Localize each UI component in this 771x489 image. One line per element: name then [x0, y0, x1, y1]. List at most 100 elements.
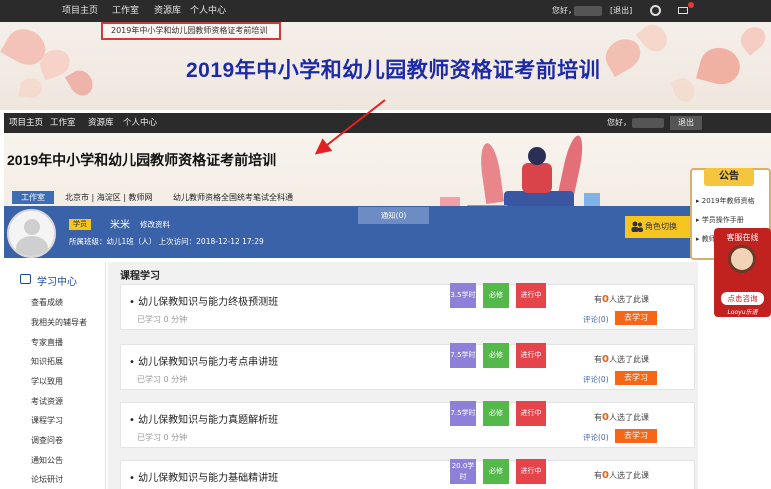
section-title: 课程学习 [120, 271, 160, 282]
consult-brand: Looyu乐语 [727, 309, 758, 316]
hours-tag: 20.0学时 [450, 459, 476, 484]
status-tag: 进行中 [516, 283, 546, 308]
course-card: • 幼儿保教知识与能力真题解析班 已学习 0 分钟 7.5学时 必修 进行中 有… [120, 401, 695, 448]
course-progress-text: 已学习 0 分钟 [137, 433, 188, 442]
status-tag: 进行中 [516, 459, 546, 484]
study-center-icon [20, 274, 31, 284]
exam-name: 幼儿教师资格全国统考笔试全科通 [173, 193, 293, 202]
hours-tag: 3.5学时 [450, 283, 476, 308]
girl-head-illustration [528, 147, 546, 165]
logout-button[interactable]: 退出 [670, 116, 702, 130]
sidebar-item-notices[interactable]: 通知公告 [31, 455, 63, 466]
agent-avatar [728, 245, 756, 273]
go-study-button[interactable]: 去学习 [615, 311, 657, 325]
sidebar-item-forum[interactable]: 论坛研讨 [31, 474, 63, 485]
nav-workroom[interactable]: 工作室 [50, 113, 76, 133]
org-breadcrumb: 北京市 | 海淀区 | 教师网 [65, 193, 153, 202]
sidebar-item-live[interactable]: 专家直播 [31, 337, 63, 348]
notice-item[interactable]: ▸ 学员操作手册 [696, 215, 769, 225]
review-link[interactable]: 评论(0) [583, 314, 609, 325]
username-redacted [574, 6, 602, 16]
sidebar-item-scores[interactable]: 查看成绩 [31, 297, 63, 308]
nav-home[interactable]: 项目主页 [9, 113, 43, 133]
mail-icon[interactable] [678, 7, 688, 14]
selected-count: 有0人选了此课 [594, 470, 649, 481]
class-info: 所属班级：幼儿1班（人） 上次访问：2018-12-12 17:29 [69, 237, 264, 246]
page-title: 2019年中小学和幼儿园教师资格证考前培训 [7, 152, 277, 168]
required-tag: 必修 [483, 283, 509, 308]
zoomed-header-panel: 项目主页 工作室 资源库 个人中心 您好， [退出] 2019年中小学和幼儿园教… [0, 0, 771, 110]
nav-personal[interactable]: 个人中心 [123, 113, 157, 133]
customer-service-widget[interactable]: 客服在线 点击咨询 Looyu乐语 [714, 228, 771, 317]
nav-personal[interactable]: 个人中心 [190, 0, 226, 22]
flower-decoration [18, 76, 44, 100]
course-name[interactable]: • 幼儿保教知识与能力考点串讲班 [129, 353, 278, 368]
users-icon [631, 221, 643, 232]
user-name: 米米 [110, 220, 130, 231]
review-link[interactable]: 评论(0) [583, 432, 609, 443]
course-card: • 幼儿保教知识与能力基础精讲班 20.0学时 必修 进行中 有0人选了此课 [120, 459, 695, 489]
sidebar-item-knowledge[interactable]: 知识拓展 [31, 356, 63, 367]
main-nav-bar: 项目主页 工作室 资源库 个人中心 您好， 退出 [4, 113, 771, 133]
required-tag: 必修 [483, 459, 509, 484]
avatar[interactable] [7, 209, 56, 258]
consult-button[interactable]: 点击咨询 [721, 292, 764, 305]
course-card: • 幼儿保教知识与能力终极预测班 已学习 0 分钟 3.5学时 必修 进行中 有… [120, 283, 695, 330]
greeting: 您好， [607, 118, 631, 127]
flower-decoration [635, 19, 673, 57]
selected-count: 有0人选了此课 [594, 412, 649, 423]
go-study-button[interactable]: 去学习 [615, 371, 657, 385]
selected-count: 有0人选了此课 [594, 294, 649, 305]
go-study-button[interactable]: 去学习 [615, 429, 657, 443]
course-name[interactable]: • 幼儿保教知识与能力真题解析班 [129, 411, 278, 426]
username-redacted [632, 118, 664, 128]
hours-tag: 7.5学时 [450, 343, 476, 368]
sidebar-item-exam-resources[interactable]: 考试资源 [31, 396, 63, 407]
avatar-body [16, 236, 48, 256]
selected-count: 有0人选了此课 [594, 354, 649, 365]
plant-decoration [477, 142, 505, 204]
course-card: • 幼儿保教知识与能力考点串讲班 已学习 0 分钟 7.5学时 必修 进行中 有… [120, 343, 695, 390]
workroom-tag: 工作室 [12, 191, 54, 204]
status-tag: 进行中 [516, 343, 546, 368]
sidebar-item-course-study[interactable]: 课程学习 [31, 415, 63, 426]
nav-workroom[interactable]: 工作室 [112, 0, 139, 22]
course-progress-text: 已学习 0 分钟 [137, 375, 188, 384]
greeting: 您好， [552, 6, 576, 15]
sidebar-item-tutors[interactable]: 我相关的辅导者 [31, 317, 87, 328]
profile-bar [4, 206, 694, 258]
sidebar-item-survey[interactable]: 调查问卷 [31, 435, 63, 446]
notify-button[interactable]: 通知(0) [358, 207, 429, 224]
flower-decoration [64, 66, 98, 100]
zoomed-title: 2019年中小学和幼儿园教师资格证考前培训 [186, 59, 601, 82]
hours-tag: 7.5学时 [450, 401, 476, 426]
course-progress-text: 已学习 0 分钟 [137, 315, 188, 324]
logout-link[interactable]: [退出] [610, 0, 632, 22]
course-name[interactable]: • 幼儿保教知识与能力终极预测班 [129, 293, 278, 308]
flower-decoration [735, 22, 771, 56]
nav-resources[interactable]: 资源库 [154, 0, 181, 22]
flower-decoration [696, 43, 744, 89]
required-tag: 必修 [483, 401, 509, 426]
plant-decoration [557, 134, 587, 198]
course-name[interactable]: • 幼儿保教知识与能力基础精讲班 [129, 469, 278, 484]
avatar-head [24, 219, 40, 235]
mail-badge [688, 2, 694, 8]
required-tag: 必修 [483, 343, 509, 368]
status-tag: 进行中 [516, 401, 546, 426]
notice-item[interactable]: ▸ 2019年教师资格 [696, 196, 769, 206]
nav-home[interactable]: 项目主页 [62, 0, 98, 22]
flower-decoration [670, 75, 698, 105]
highlighted-breadcrumb: 2019年中小学和幼儿园教师资格证考前培训 [101, 22, 281, 40]
role-badge: 学员 [69, 219, 91, 230]
notice-title: 公告 [704, 168, 754, 186]
consult-title: 客服在线 [726, 233, 759, 242]
nav-resources[interactable]: 资源库 [88, 113, 114, 133]
gear-icon[interactable] [650, 5, 661, 16]
review-link[interactable]: 评论(0) [583, 374, 609, 385]
edit-profile-link[interactable]: 修改资料 [140, 219, 170, 230]
sidebar-item-practice[interactable]: 学以致用 [31, 376, 63, 387]
top-nav-bar: 项目主页 工作室 资源库 个人中心 您好， [退出] [0, 0, 771, 22]
sidebar-header: 学习中心 [37, 277, 77, 288]
page-banner: 2019年中小学和幼儿园教师资格证考前培训 工作室 北京市 | 海淀区 | 教师… [4, 133, 771, 217]
